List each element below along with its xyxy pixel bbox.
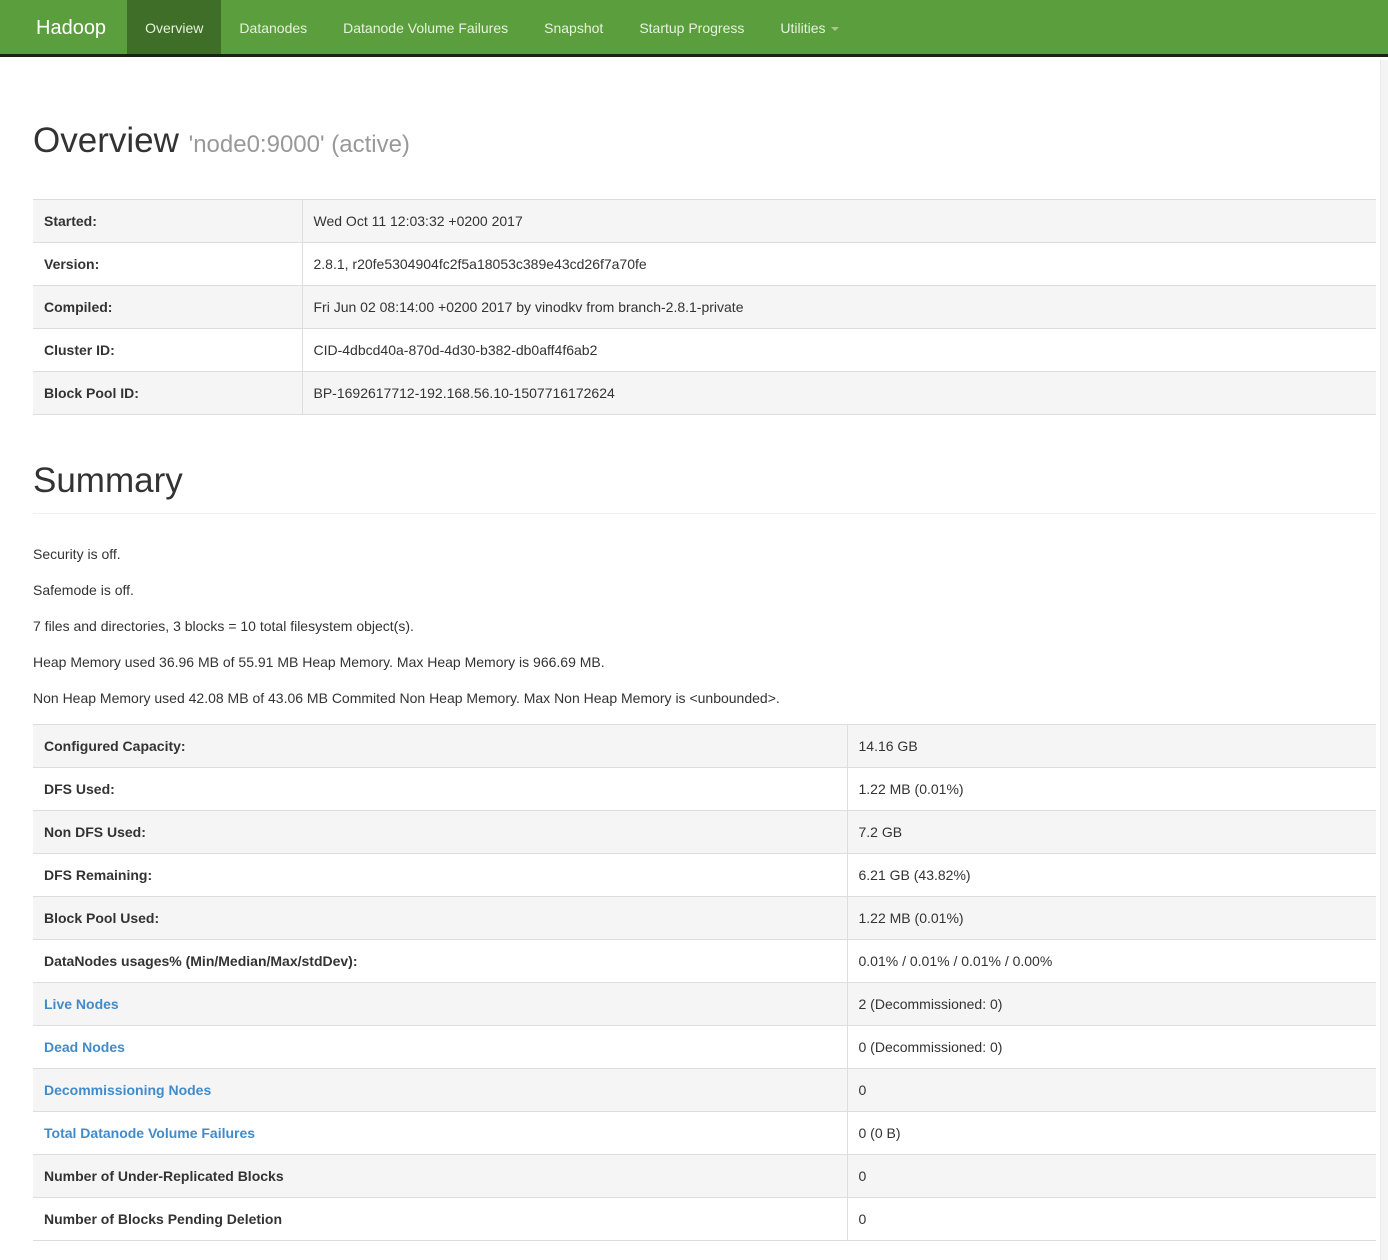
row-value: 7.2 GB <box>847 811 1376 854</box>
row-value: 2 (Decommissioned: 0) <box>847 983 1376 1026</box>
table-row: Configured Capacity: 14.16 GB <box>33 725 1376 768</box>
nav-item-datanodes[interactable]: Datanodes <box>221 0 325 54</box>
filesystem-objects-text: 7 files and directories, 3 blocks = 10 t… <box>33 616 1376 636</box>
table-row: Total Datanode Volume Failures 0 (0 B) <box>33 1112 1376 1155</box>
page-title-text: Overview <box>33 121 179 160</box>
table-row: DataNodes usages% (Min/Median/Max/stdDev… <box>33 940 1376 983</box>
row-value: 2.8.1, r20fe5304904fc2f5a18053c389e43cd2… <box>302 243 1376 286</box>
table-row: Dead Nodes 0 (Decommissioned: 0) <box>33 1026 1376 1069</box>
table-row: Compiled: Fri Jun 02 08:14:00 +0200 2017… <box>33 286 1376 329</box>
navbar-brand[interactable]: Hadoop <box>0 0 127 54</box>
table-row: DFS Remaining: 6.21 GB (43.82%) <box>33 854 1376 897</box>
table-row: Cluster ID: CID-4dbcd40a-870d-4d30-b382-… <box>33 329 1376 372</box>
decommissioning-nodes-link[interactable]: Decommissioning Nodes <box>44 1082 211 1098</box>
row-label: DFS Used: <box>33 768 847 811</box>
row-label: Cluster ID: <box>33 329 302 372</box>
row-value: CID-4dbcd40a-870d-4d30-b382-db0aff4f6ab2 <box>302 329 1376 372</box>
row-value: Wed Oct 11 12:03:32 +0200 2017 <box>302 200 1376 243</box>
nav-item-overview[interactable]: Overview <box>127 0 221 54</box>
row-label: Compiled: <box>33 286 302 329</box>
row-value: BP-1692617712-192.168.56.10-150771617262… <box>302 372 1376 415</box>
row-label: DFS Remaining: <box>33 854 847 897</box>
table-row: Block Pool ID: BP-1692617712-192.168.56.… <box>33 372 1376 415</box>
table-row: Number of Under-Replicated Blocks 0 <box>33 1155 1376 1198</box>
nav-item-datanode-volume-failures[interactable]: Datanode Volume Failures <box>325 0 526 54</box>
row-value: 1.22 MB (0.01%) <box>847 897 1376 940</box>
page-subtitle: 'node0:9000' (active) <box>189 131 410 158</box>
security-status-text: Security is off. <box>33 544 1376 564</box>
summary-table: Configured Capacity: 14.16 GB DFS Used: … <box>33 724 1376 1241</box>
scrollbar-track[interactable] <box>1380 60 1388 1260</box>
row-value: 0 <box>847 1198 1376 1241</box>
row-value: 14.16 GB <box>847 725 1376 768</box>
caret-down-icon <box>831 27 839 31</box>
row-value: 0 (Decommissioned: 0) <box>847 1026 1376 1069</box>
row-label: Configured Capacity: <box>33 725 847 768</box>
nav-item-startup-progress[interactable]: Startup Progress <box>621 0 762 54</box>
table-row: DFS Used: 1.22 MB (0.01%) <box>33 768 1376 811</box>
total-datanode-volume-failures-link[interactable]: Total Datanode Volume Failures <box>44 1125 255 1141</box>
row-label: Non DFS Used: <box>33 811 847 854</box>
cluster-info-table: Started: Wed Oct 11 12:03:32 +0200 2017 … <box>33 199 1376 415</box>
table-row: Started: Wed Oct 11 12:03:32 +0200 2017 <box>33 200 1376 243</box>
heap-memory-text: Heap Memory used 36.96 MB of 55.91 MB He… <box>33 652 1376 672</box>
row-label: Number of Under-Replicated Blocks <box>33 1155 847 1198</box>
row-label: DataNodes usages% (Min/Median/Max/stdDev… <box>33 940 847 983</box>
row-label: Block Pool ID: <box>33 372 302 415</box>
page-title: Overview 'node0:9000' (active) <box>33 121 1376 161</box>
table-row: Decommissioning Nodes 0 <box>33 1069 1376 1112</box>
nav-item-label: Utilities <box>780 20 825 36</box>
table-row: Number of Blocks Pending Deletion 0 <box>33 1198 1376 1241</box>
live-nodes-link[interactable]: Live Nodes <box>44 996 119 1012</box>
row-label: Started: <box>33 200 302 243</box>
row-value: 0 <box>847 1069 1376 1112</box>
row-label: Version: <box>33 243 302 286</box>
row-value: 0 <box>847 1155 1376 1198</box>
row-value: 0 (0 B) <box>847 1112 1376 1155</box>
dead-nodes-link[interactable]: Dead Nodes <box>44 1039 125 1055</box>
non-heap-memory-text: Non Heap Memory used 42.08 MB of 43.06 M… <box>33 688 1376 708</box>
content: Overview 'node0:9000' (active) Started: … <box>33 121 1376 1241</box>
nav-item-utilities-dropdown[interactable]: Utilities <box>762 0 856 54</box>
row-value: 1.22 MB (0.01%) <box>847 768 1376 811</box>
summary-heading: Summary <box>33 461 1376 514</box>
safemode-status-text: Safemode is off. <box>33 580 1376 600</box>
table-row: Block Pool Used: 1.22 MB (0.01%) <box>33 897 1376 940</box>
row-value: 0.01% / 0.01% / 0.01% / 0.00% <box>847 940 1376 983</box>
row-value: Fri Jun 02 08:14:00 +0200 2017 by vinodk… <box>302 286 1376 329</box>
table-row: Live Nodes 2 (Decommissioned: 0) <box>33 983 1376 1026</box>
row-value: 6.21 GB (43.82%) <box>847 854 1376 897</box>
row-label: Number of Blocks Pending Deletion <box>33 1198 847 1241</box>
summary-text: Security is off. Safemode is off. 7 file… <box>33 544 1376 708</box>
navbar: Hadoop Overview Datanodes Datanode Volum… <box>0 0 1388 57</box>
table-row: Non DFS Used: 7.2 GB <box>33 811 1376 854</box>
table-row: Version: 2.8.1, r20fe5304904fc2f5a18053c… <box>33 243 1376 286</box>
nav-item-snapshot[interactable]: Snapshot <box>526 0 621 54</box>
row-label: Block Pool Used: <box>33 897 847 940</box>
